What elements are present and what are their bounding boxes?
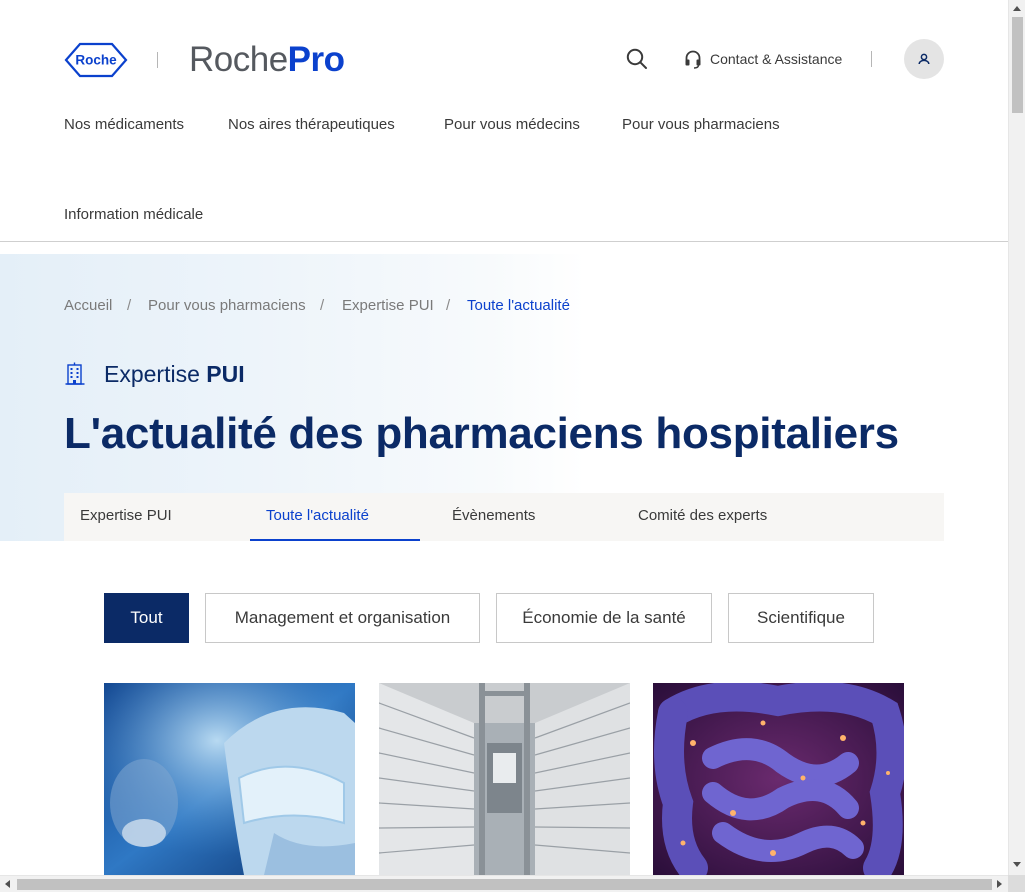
roche-pro-wordmark[interactable]: RochePro (189, 38, 345, 82)
breadcrumb-separator: / (320, 297, 325, 314)
breadcrumb-expertise-pui[interactable]: Expertise PUI (342, 297, 434, 315)
hospital-building-icon (64, 362, 86, 386)
breadcrumb-current: Toute l'actualité (467, 297, 570, 314)
section-title-bold: PUI (206, 361, 245, 387)
nav-item-pharmaciens[interactable]: Pour vous pharmaciens (622, 116, 780, 134)
horizontal-scroll-thumb[interactable] (17, 879, 992, 890)
breadcrumb-separator: / (446, 297, 451, 314)
breadcrumb-pharmaciens[interactable]: Pour vous pharmaciens (148, 297, 306, 315)
filter-tout[interactable]: Tout (104, 593, 189, 643)
contact-label: Contact & Assistance (710, 51, 843, 67)
search-icon (626, 48, 647, 69)
card-image-intestine-illustration[interactable] (653, 683, 904, 875)
breadcrumb-accueil[interactable]: Accueil (64, 297, 112, 315)
logo-text: Roche (75, 53, 117, 68)
tab-expertise-pui[interactable]: Expertise PUI (80, 493, 172, 541)
section-tabs: Expertise PUI Toute l'actualité Évènemen… (64, 493, 944, 541)
roche-logo[interactable]: Roche (64, 42, 128, 78)
nav-item-medicaments[interactable]: Nos médicaments (64, 116, 184, 134)
user-icon (918, 53, 930, 65)
scroll-left-arrow-icon[interactable] (5, 880, 10, 888)
page-title: L'actualité des pharmaciens hospitaliers (64, 409, 899, 458)
section-title: Expertise PUI (104, 360, 245, 388)
site-header: Roche RochePro Contact & Assistance Nos … (0, 0, 1008, 242)
nav-item-medecins[interactable]: Pour vous médecins (444, 116, 580, 134)
tab-comite-experts[interactable]: Comité des experts (638, 493, 767, 541)
scroll-right-arrow-icon[interactable] (997, 880, 1002, 888)
scrollbar-corner (1008, 875, 1025, 892)
user-account-button[interactable] (904, 39, 944, 79)
nav-item-aires-therapeutiques[interactable]: Nos aires thérapeutiques (228, 116, 395, 134)
search-button[interactable] (624, 46, 650, 72)
card-image-scientist-lab[interactable] (104, 683, 355, 875)
horizontal-scrollbar[interactable] (0, 875, 1008, 892)
brand-light: Roche (189, 40, 288, 79)
vertical-scrollbar[interactable] (1008, 0, 1025, 875)
filter-economie-sante[interactable]: Économie de la santé (496, 593, 712, 643)
tab-evenements[interactable]: Évènements (452, 493, 535, 541)
nav-item-information-medicale[interactable]: Information médicale (64, 206, 203, 224)
filter-scientifique[interactable]: Scientifique (728, 593, 874, 643)
scroll-down-arrow-icon[interactable] (1013, 862, 1021, 867)
breadcrumb-separator: / (127, 297, 132, 314)
section-title-light: Expertise (104, 361, 200, 387)
headset-icon (685, 50, 701, 69)
filter-management-organisation[interactable]: Management et organisation (205, 593, 480, 643)
card-image-automated-storage[interactable] (379, 683, 630, 875)
brand-bold: Pro (287, 40, 345, 79)
tab-toute-actualite[interactable]: Toute l'actualité (250, 493, 420, 541)
vertical-scroll-thumb[interactable] (1012, 17, 1023, 113)
contact-assistance-link[interactable]: Contact & Assistance (684, 46, 842, 72)
header-divider (871, 51, 872, 67)
scroll-up-arrow-icon[interactable] (1013, 6, 1021, 11)
logo-divider (157, 52, 158, 68)
